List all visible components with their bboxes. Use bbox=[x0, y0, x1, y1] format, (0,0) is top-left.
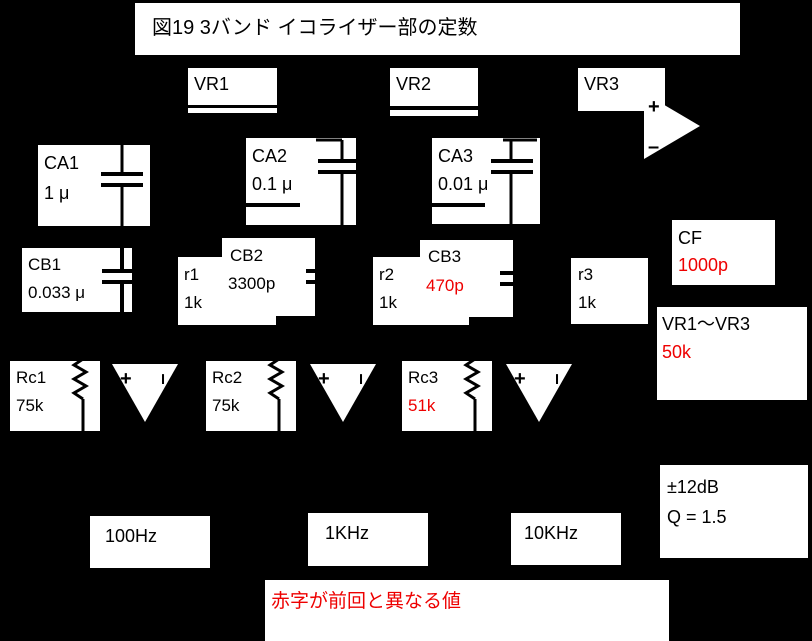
spec-boost-cut: ±12dB bbox=[667, 477, 719, 497]
cb2-label: CB2 bbox=[230, 246, 264, 265]
ca1-value: 1 μ bbox=[44, 183, 70, 203]
r1-label: r1 bbox=[184, 265, 200, 284]
cb1-value: 0.033 μ bbox=[28, 283, 86, 302]
footnote-text: 赤字が前回と異なる値 bbox=[271, 591, 462, 612]
band2-frequency: 1KHz bbox=[325, 523, 370, 543]
rc2-value: 75k bbox=[212, 396, 240, 415]
rc3-label: Rc3 bbox=[408, 368, 439, 387]
ca2-capacitor-icon bbox=[316, 138, 356, 226]
rc1-value: 75k bbox=[16, 396, 44, 415]
vr1-label: VR1 bbox=[194, 74, 230, 94]
cb3-capacitor-icon bbox=[500, 271, 524, 286]
vr-range-value: 50k bbox=[662, 342, 692, 362]
rc2-label: Rc2 bbox=[212, 368, 243, 387]
opamp-minus-label: – bbox=[648, 136, 660, 158]
cb1-label: CB1 bbox=[28, 255, 62, 274]
rc1-resistor-icon bbox=[71, 359, 89, 433]
vr2-wiper-bar bbox=[390, 110, 478, 116]
cb3-value: 470p bbox=[426, 276, 464, 295]
cb2-value: 3300p bbox=[228, 274, 276, 293]
ca1-capacitor-icon bbox=[101, 145, 143, 227]
ca2-value: 0.1 μ bbox=[252, 174, 293, 194]
r2-value: 1k bbox=[379, 293, 397, 312]
page-title: 図19 3バンド イコライザー部の定数 bbox=[152, 17, 478, 39]
r1-value: 1k bbox=[184, 293, 202, 312]
band3-frequency: 10KHz bbox=[524, 523, 579, 543]
opamp-plus-label: + bbox=[648, 96, 660, 118]
r3-value: 1k bbox=[578, 293, 596, 312]
spec-q-factor: Q = 1.5 bbox=[667, 507, 727, 527]
ca2-divider-line bbox=[246, 203, 300, 207]
vr1-wiper-bar bbox=[188, 108, 277, 113]
ca3-value: 0.01 μ bbox=[438, 174, 489, 194]
figure-canvas: 図19 3バンド イコライザー部の定数 VR1 VR2 VR3 + – CA1 … bbox=[0, 0, 812, 641]
vr2-label: VR2 bbox=[396, 74, 432, 94]
rc3-value: 51k bbox=[408, 396, 436, 415]
cb1-capacitor-icon bbox=[102, 243, 136, 317]
rc1-opamp-plus-label: + bbox=[120, 368, 132, 390]
cb3-label: CB3 bbox=[428, 247, 462, 266]
ca2-label: CA2 bbox=[252, 146, 288, 166]
vr3-label: VR3 bbox=[584, 74, 620, 94]
r3-label: r3 bbox=[578, 265, 594, 284]
rc3-resistor-icon bbox=[463, 359, 481, 433]
ca3-capacitor-icon bbox=[491, 138, 537, 225]
r2-label: r2 bbox=[379, 265, 395, 284]
rc2-opamp-minus-label: – bbox=[350, 373, 373, 385]
cf-label: CF bbox=[678, 228, 702, 248]
ca3-divider-line bbox=[432, 203, 485, 207]
ca1-label: CA1 bbox=[44, 153, 80, 173]
rc3-opamp-plus-label: + bbox=[514, 368, 526, 390]
cb2-capacitor-icon bbox=[306, 269, 328, 284]
rc1-label: Rc1 bbox=[16, 368, 47, 387]
rc3-opamp-minus-label: – bbox=[546, 373, 569, 385]
rc2-opamp-plus-label: + bbox=[318, 368, 330, 390]
ca3-label: CA3 bbox=[438, 146, 474, 166]
rc1-opamp-minus-label: – bbox=[152, 373, 175, 385]
band1-frequency: 100Hz bbox=[105, 526, 158, 546]
rc2-resistor-icon bbox=[267, 359, 285, 433]
vr-range-label: VR1～VR3 bbox=[662, 314, 751, 334]
cf-value: 1000p bbox=[678, 255, 729, 275]
